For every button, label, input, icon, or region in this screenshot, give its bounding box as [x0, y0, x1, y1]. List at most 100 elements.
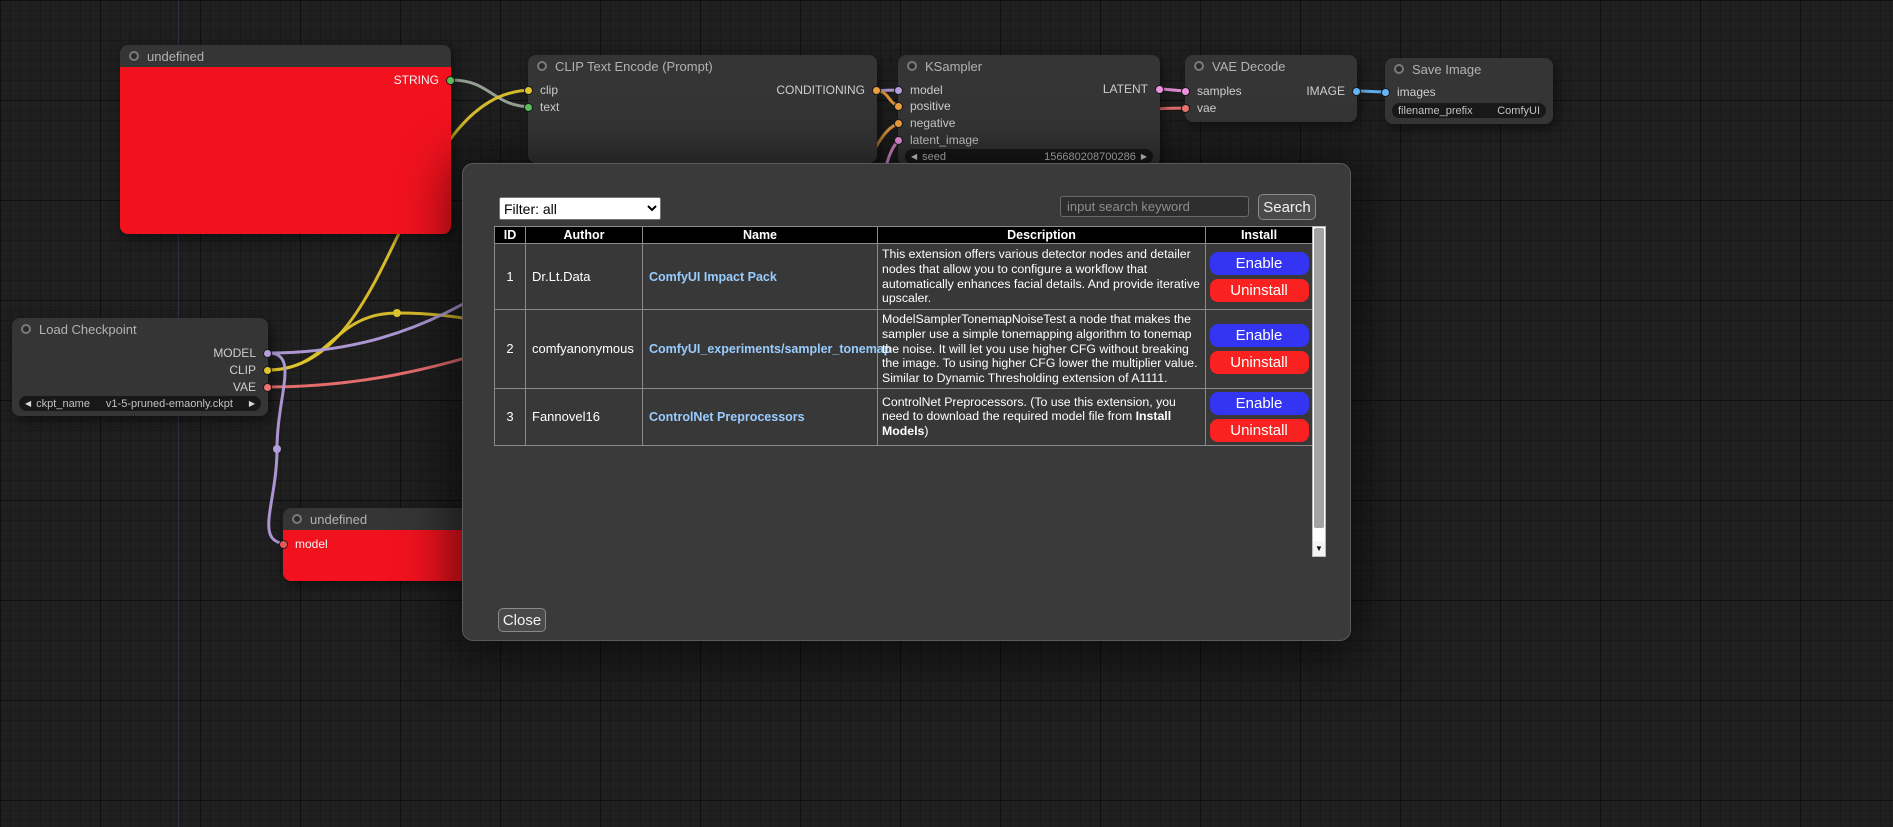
model-output-port[interactable]	[263, 349, 272, 358]
table-row: 3 Fannovel16 ControlNet Preprocessors Co…	[495, 388, 1313, 445]
model-input-port[interactable]	[894, 86, 903, 95]
node-title: Save Image	[1412, 62, 1481, 77]
node-body: MODEL CLIP VAE ◀ ckpt_name v1-5-pruned-e…	[12, 340, 268, 416]
vae-output-port[interactable]	[263, 383, 272, 392]
node-header[interactable]: VAE Decode	[1185, 55, 1357, 77]
close-button[interactable]: Close	[498, 608, 546, 632]
enable-button[interactable]: Enable	[1210, 324, 1309, 347]
link-midpoint-dot	[393, 309, 401, 317]
input-label: clip	[540, 83, 558, 97]
widget-value: ComfyUI	[1497, 105, 1540, 117]
input-label: text	[540, 100, 559, 114]
uninstall-button[interactable]: Uninstall	[1210, 279, 1309, 302]
node-undefined-bottom[interactable]: undefined model	[283, 508, 469, 581]
collapse-dot-icon[interactable]	[537, 61, 547, 71]
model-input-port[interactable]	[279, 540, 288, 549]
input-label: negative	[910, 116, 955, 130]
node-header[interactable]: undefined	[120, 45, 451, 67]
clip-input-port[interactable]	[524, 86, 533, 95]
node-header[interactable]: Load Checkpoint	[12, 318, 268, 340]
description-text: ModelSamplerTonemapNoiseTest a node that…	[882, 312, 1198, 385]
search-button[interactable]: Search	[1258, 194, 1316, 220]
extension-description: This extension offers various detector n…	[878, 244, 1206, 310]
conditioning-output-port[interactable]	[872, 86, 881, 95]
widget-name: ckpt_name	[36, 398, 90, 410]
column-header-name: Name	[643, 227, 878, 244]
image-output-port[interactable]	[1352, 87, 1361, 96]
search-input[interactable]	[1060, 196, 1249, 217]
vae-input-port[interactable]	[1181, 104, 1190, 113]
description-suffix-text: )	[924, 424, 928, 438]
extension-description: ControlNet Preprocessors. (To use this e…	[878, 388, 1206, 445]
table-scrollbar[interactable]: ▼	[1312, 226, 1326, 557]
node-ksampler[interactable]: KSampler model positive negative latent_…	[898, 55, 1160, 166]
collapse-dot-icon[interactable]	[907, 61, 917, 71]
latent-output-port[interactable]	[1155, 85, 1164, 94]
positive-input-port[interactable]	[894, 102, 903, 111]
input-label: images	[1397, 85, 1436, 99]
description-text: ControlNet Preprocessors. (To use this e…	[882, 395, 1176, 424]
scrollbar-thumb[interactable]	[1314, 228, 1324, 528]
node-vae-decode[interactable]: VAE Decode samples vae IMAGE	[1185, 55, 1357, 122]
decrement-arrow-icon[interactable]: ◀	[911, 149, 917, 164]
increment-arrow-icon[interactable]: ▶	[1141, 149, 1147, 164]
collapse-dot-icon[interactable]	[129, 51, 139, 61]
table-header-row: ID Author Name Description Install	[495, 227, 1313, 244]
prev-arrow-icon[interactable]: ◀	[25, 396, 31, 411]
extension-link[interactable]: ComfyUI_experiments/sampler_tonemap	[649, 342, 891, 356]
next-arrow-icon[interactable]: ▶	[249, 396, 255, 411]
input-label: model	[910, 83, 943, 97]
extension-author: Fannovel16	[526, 388, 643, 445]
column-header-id: ID	[495, 227, 526, 244]
input-label: samples	[1197, 84, 1242, 98]
input-label: vae	[1197, 101, 1216, 115]
column-header-install: Install	[1206, 227, 1313, 244]
scroll-down-button[interactable]: ▼	[1313, 541, 1325, 556]
node-title: undefined	[310, 512, 367, 527]
input-label: positive	[910, 99, 951, 113]
output-label: CONDITIONING	[776, 83, 865, 97]
extension-author: comfyanonymous	[526, 310, 643, 389]
samples-input-port[interactable]	[1181, 87, 1190, 96]
negative-input-port[interactable]	[894, 119, 903, 128]
description-text: This extension offers various detector n…	[882, 247, 1200, 305]
extension-link[interactable]: ControlNet Preprocessors	[649, 410, 805, 424]
collapse-dot-icon[interactable]	[292, 514, 302, 524]
column-header-description: Description	[878, 227, 1206, 244]
collapse-dot-icon[interactable]	[21, 324, 31, 334]
latent-image-input-port[interactable]	[894, 136, 903, 145]
enable-button[interactable]: Enable	[1210, 252, 1309, 275]
output-label: CLIP	[229, 363, 256, 377]
collapse-dot-icon[interactable]	[1194, 61, 1204, 71]
table-row: 1 Dr.Lt.Data ComfyUI Impact Pack This ex…	[495, 244, 1313, 310]
uninstall-button[interactable]: Uninstall	[1210, 351, 1309, 374]
clip-output-port[interactable]	[263, 366, 272, 375]
node-graph-canvas[interactable]: undefined STRING CLIP Text Encode (Promp…	[0, 0, 1893, 827]
string-output-port[interactable]	[446, 76, 455, 85]
custom-nodes-manager-dialog: Filter: all Search ID Author Name Descri…	[462, 163, 1351, 641]
node-load-checkpoint[interactable]: Load Checkpoint MODEL CLIP VAE ◀ ckpt_na…	[12, 318, 268, 416]
node-body-error: STRING	[120, 67, 451, 234]
enable-button[interactable]: Enable	[1210, 392, 1309, 415]
text-input-port[interactable]	[524, 103, 533, 112]
node-header[interactable]: CLIP Text Encode (Prompt)	[528, 55, 877, 77]
extension-link[interactable]: ComfyUI Impact Pack	[649, 270, 777, 284]
node-clip-text-encode[interactable]: CLIP Text Encode (Prompt) clip text COND…	[528, 55, 877, 163]
extension-id: 3	[495, 388, 526, 445]
node-header[interactable]: Save Image	[1385, 58, 1553, 80]
uninstall-button[interactable]: Uninstall	[1210, 419, 1309, 442]
node-undefined-top[interactable]: undefined STRING	[120, 45, 451, 234]
ckpt-name-widget[interactable]: ◀ ckpt_name v1-5-pruned-emaonly.ckpt ▶	[19, 396, 261, 411]
node-save-image[interactable]: Save Image images filename_prefix ComfyU…	[1385, 58, 1553, 124]
widget-name: filename_prefix	[1398, 105, 1473, 117]
seed-widget[interactable]: ◀ seed 156680208700286 ▶	[905, 149, 1153, 164]
filename-prefix-widget[interactable]: filename_prefix ComfyUI	[1392, 103, 1546, 118]
images-input-port[interactable]	[1381, 88, 1390, 97]
node-header[interactable]: undefined	[283, 508, 469, 530]
node-header[interactable]: KSampler	[898, 55, 1160, 77]
collapse-dot-icon[interactable]	[1394, 64, 1404, 74]
widget-value: v1-5-pruned-emaonly.ckpt	[106, 398, 233, 410]
node-title: undefined	[147, 49, 204, 64]
filter-select[interactable]: Filter: all	[499, 197, 661, 220]
extension-author: Dr.Lt.Data	[526, 244, 643, 310]
